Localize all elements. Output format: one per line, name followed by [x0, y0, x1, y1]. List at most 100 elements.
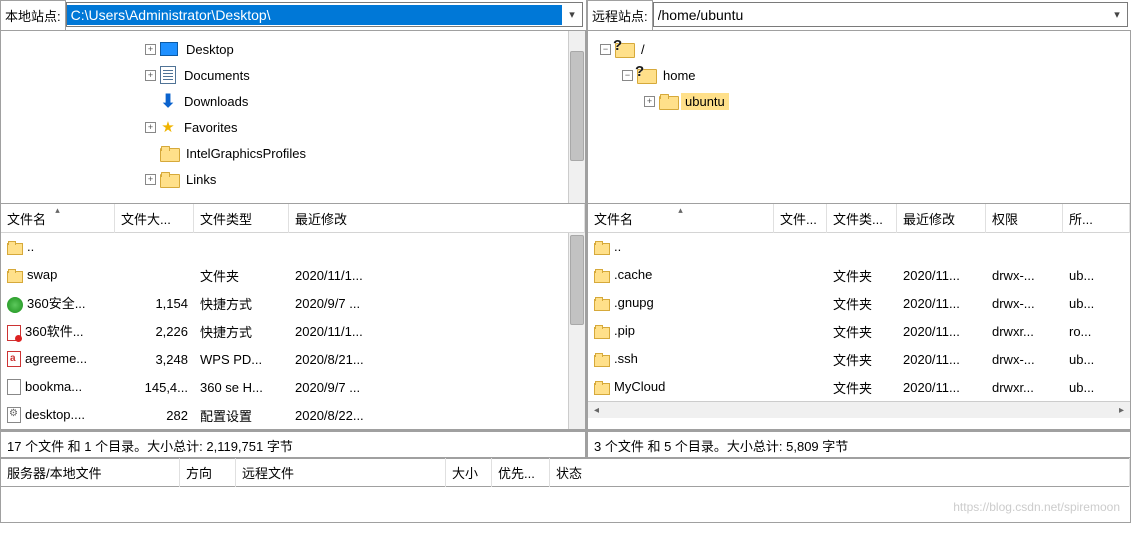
- scroll-left-icon[interactable]: ◂: [588, 405, 605, 416]
- cell-size: [774, 384, 827, 390]
- cell-size: [774, 300, 827, 306]
- tree-item[interactable]: −home: [590, 62, 1128, 88]
- tree-item[interactable]: IntelGraphicsProfiles: [3, 140, 583, 166]
- tree-label: Documents: [180, 67, 254, 84]
- tree-expander[interactable]: −: [600, 44, 611, 55]
- qcol-size[interactable]: 大小: [446, 458, 492, 487]
- folder-icon: [594, 355, 610, 367]
- folder-icon: [659, 94, 677, 109]
- cell-name: swap: [1, 264, 115, 286]
- scrollbar-vertical[interactable]: [568, 31, 585, 203]
- col-name: ▴文件名: [1, 204, 115, 233]
- local-path-combobox[interactable]: ▾: [66, 2, 583, 27]
- unknown-folder-icon: [615, 40, 633, 58]
- scroll-right-icon[interactable]: ▸: [1113, 405, 1130, 416]
- tree-label: Downloads: [180, 93, 252, 110]
- cell-owner: [1063, 244, 1130, 250]
- tree-item[interactable]: +Desktop: [3, 36, 583, 62]
- list-item[interactable]: 360软件...2,226快捷方式2020/11/1...: [1, 317, 585, 345]
- tree-expander[interactable]: +: [145, 44, 156, 55]
- qcol-server-local[interactable]: 服务器/本地文件: [1, 458, 180, 487]
- tree-item[interactable]: + Links: [3, 166, 583, 192]
- list-item[interactable]: .cache文件夹2020/11...drwx-...ub...: [588, 261, 1130, 289]
- remote-list-header[interactable]: ▴文件名 文件... 文件类... 最近修改 权限 所...: [588, 204, 1130, 233]
- list-item[interactable]: ..: [588, 233, 1130, 261]
- tree-item[interactable]: −/: [590, 36, 1128, 62]
- chevron-down-icon[interactable]: ▾: [562, 8, 582, 21]
- list-item[interactable]: ..: [1, 233, 585, 261]
- qcol-direction[interactable]: 方向: [180, 458, 236, 487]
- cell-name: agreeme...: [1, 348, 115, 371]
- cell-type: 快捷方式: [194, 319, 289, 344]
- tree-item[interactable]: + Documents: [3, 62, 583, 88]
- col-type[interactable]: 文件类型: [194, 204, 289, 233]
- cell-type: 文件夹: [827, 347, 897, 372]
- col-modified[interactable]: 最近修改: [289, 204, 585, 233]
- cell-name: .pip: [588, 320, 774, 342]
- list-item[interactable]: swap文件夹2020/11/1...: [1, 261, 585, 289]
- cell-name: 360软件...: [1, 318, 115, 344]
- html-icon: [7, 379, 21, 395]
- list-item[interactable]: 360安全...1,154快捷方式2020/9/7 ...: [1, 289, 585, 317]
- cell-owner: ub...: [1063, 377, 1130, 398]
- col-type[interactable]: 文件类...: [827, 204, 897, 233]
- scrollbar-horizontal[interactable]: ◂ ▸: [588, 401, 1130, 418]
- list-item[interactable]: MyCloud文件夹2020/11...drwxr...ub...: [588, 373, 1130, 401]
- scrollbar-vertical[interactable]: [568, 233, 585, 429]
- desktop-icon: [160, 42, 178, 56]
- qcol-status[interactable]: 状态: [550, 458, 1130, 487]
- cell-size: [115, 244, 194, 250]
- col-size[interactable]: 文件...: [774, 204, 827, 233]
- tree-label: Favorites: [180, 119, 241, 136]
- col-perm[interactable]: 权限: [986, 204, 1063, 233]
- cell-type: [194, 244, 289, 250]
- cell-size: 145,4...: [115, 377, 194, 398]
- cell-modified: 2020/11...: [897, 265, 986, 286]
- remote-path-input[interactable]: [654, 5, 1107, 25]
- col-modified[interactable]: 最近修改: [897, 204, 986, 233]
- tree-label: IntelGraphicsProfiles: [182, 145, 310, 162]
- col-owner[interactable]: 所...: [1063, 204, 1130, 233]
- tree-expander[interactable]: +: [145, 174, 156, 185]
- cell-name: .ssh: [588, 348, 774, 370]
- cell-perm: drwxr...: [986, 321, 1063, 342]
- list-item[interactable]: desktop....282配置设置2020/8/22...: [1, 401, 585, 429]
- remote-path-combobox[interactable]: ▾: [653, 2, 1128, 27]
- cell-modified: 2020/11...: [897, 349, 986, 370]
- cell-size: 3,248: [115, 349, 194, 370]
- tree-label: Links: [182, 171, 220, 188]
- tree-item[interactable]: +★Favorites: [3, 114, 583, 140]
- tree-expander[interactable]: +: [644, 96, 655, 107]
- tree-item[interactable]: ⬇Downloads: [3, 88, 583, 114]
- tree-item[interactable]: + ubuntu: [590, 88, 1128, 114]
- local-path-input[interactable]: [67, 5, 562, 25]
- tree-expander[interactable]: −: [622, 70, 633, 81]
- tree-label: /: [637, 41, 649, 58]
- tree-expander[interactable]: +: [145, 70, 156, 81]
- folder-icon: [594, 271, 610, 283]
- cell-size: [115, 272, 194, 278]
- path-bar: 本地站点: ▾ 远程站点: ▾: [0, 0, 1131, 31]
- list-item[interactable]: .gnupg文件夹2020/11...drwx-...ub...: [588, 289, 1130, 317]
- list-item[interactable]: agreeme...3,248WPS PD...2020/8/21...: [1, 345, 585, 373]
- cell-size: [774, 244, 827, 250]
- folder-icon: [160, 172, 178, 187]
- tree-label: ubuntu: [681, 93, 729, 110]
- qcol-priority[interactable]: 优先...: [492, 458, 550, 487]
- list-item[interactable]: .pip文件夹2020/11...drwxr...ro...: [588, 317, 1130, 345]
- queue-header[interactable]: 服务器/本地文件 方向 远程文件 大小 优先... 状态: [0, 458, 1131, 487]
- cell-name: ..: [588, 236, 774, 258]
- cell-modified: 2020/11/1...: [289, 321, 549, 342]
- list-item[interactable]: .ssh文件夹2020/11...drwx-...ub...: [588, 345, 1130, 373]
- qcol-remote-file[interactable]: 远程文件: [236, 458, 446, 487]
- local-list-header[interactable]: ▴文件名 文件大... 文件类型 最近修改: [1, 204, 585, 233]
- green-icon: [7, 297, 23, 313]
- folder-icon: [7, 243, 23, 255]
- cell-type: 文件夹: [827, 291, 897, 316]
- cell-name: desktop....: [1, 404, 115, 427]
- list-item[interactable]: bookma...145,4...360 se H...2020/9/7 ...: [1, 373, 585, 401]
- tree-expander[interactable]: +: [145, 122, 156, 133]
- chevron-down-icon[interactable]: ▾: [1107, 8, 1127, 21]
- col-size[interactable]: 文件大...: [115, 204, 194, 233]
- cell-modified: [289, 244, 549, 250]
